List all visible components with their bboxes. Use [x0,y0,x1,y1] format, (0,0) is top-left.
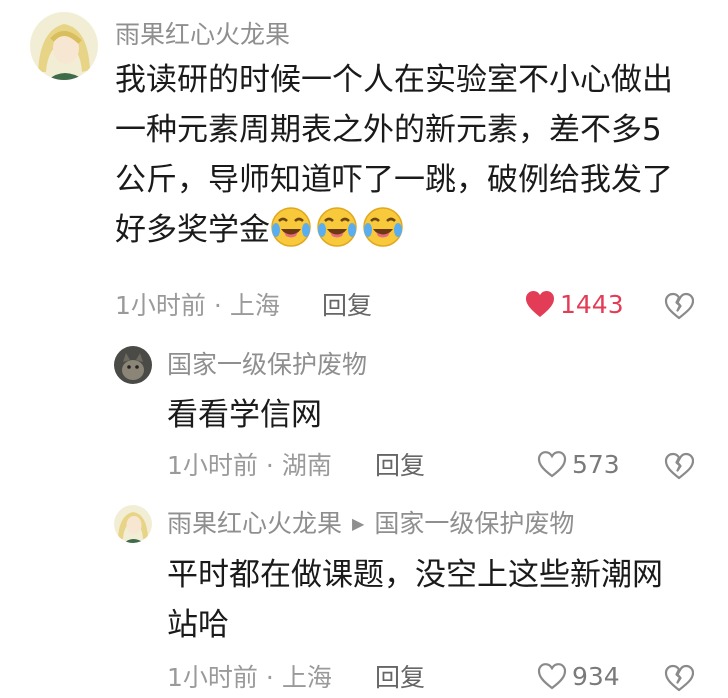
username[interactable]: 国家一级保护废物 [167,352,367,377]
comment-line-text: 好多奖学金 [115,212,270,248]
comment-text: 我读研的时候一个人在实验室不小心做出 一种元素周期表之外的新元素，差不多5 公斤… [115,55,673,255]
reply-button[interactable]: 回复 [322,293,372,318]
separator-dot: · [265,663,274,692]
separator-dot: · [265,451,274,480]
separator-dot: · [213,291,222,320]
crying-laughing-emoji-icon [317,207,357,247]
like-button[interactable]: 1443 [524,289,624,319]
avatar[interactable] [30,12,98,80]
comment-line: 公斤，导师知道吓了一跳，破例给我发了 [115,162,673,198]
broken-heart-icon[interactable] [664,663,694,693]
username[interactable]: 雨果红心火龙果 [115,22,290,47]
timestamp: 1小时前 [167,663,258,692]
comment-meta: 1小时前 · 上海 [167,665,332,690]
reply-button[interactable]: 回复 [375,665,425,690]
comment-text: 平时都在做课题，没空上这些新潮网 站哈 [167,550,663,650]
crying-laughing-emoji-icon [271,207,311,247]
comment-line: 一种元素周期表之外的新元素，差不多5 [115,112,662,148]
comment-line: 看看学信网 [167,397,322,433]
location: 上海 [281,663,332,692]
crying-laughing-emoji-icon [363,207,403,247]
like-button[interactable]: 573 [536,449,620,479]
location: 上海 [229,291,280,320]
heart-outline-icon [537,451,567,478]
avatar[interactable] [114,505,152,543]
comment-text: 看看学信网 [167,390,322,440]
comment-line: 站哈 [167,607,229,643]
comment-line: 平时都在做课题，没空上这些新潮网 [167,557,663,593]
like-count: 573 [572,449,620,479]
location: 湖南 [281,451,332,480]
like-count: 1443 [560,289,624,319]
broken-heart-icon[interactable] [664,451,694,481]
like-button[interactable]: 934 [536,661,620,691]
heart-outline-icon [537,663,567,690]
broken-heart-icon[interactable] [664,291,694,321]
reply-header: 雨果红心火龙果 ▶ 国家一级保护废物 [167,511,574,536]
avatar[interactable] [114,346,152,384]
timestamp: 1小时前 [167,451,258,480]
comment-line: 我读研的时候一个人在实验室不小心做出 [115,62,673,98]
comment-line: 好多奖学金 [115,205,673,255]
reply-button[interactable]: 回复 [375,453,425,478]
like-count: 934 [572,661,620,691]
caret-right-icon: ▶ [352,514,365,533]
comment-meta: 1小时前 · 上海 [115,293,280,318]
heart-icon [526,291,554,317]
timestamp: 1小时前 [115,291,206,320]
emoji-group [270,207,408,248]
reply-to-username[interactable]: 国家一级保护废物 [374,509,574,538]
username[interactable]: 雨果红心火龙果 [167,509,342,538]
comment-meta: 1小时前 · 湖南 [167,453,332,478]
